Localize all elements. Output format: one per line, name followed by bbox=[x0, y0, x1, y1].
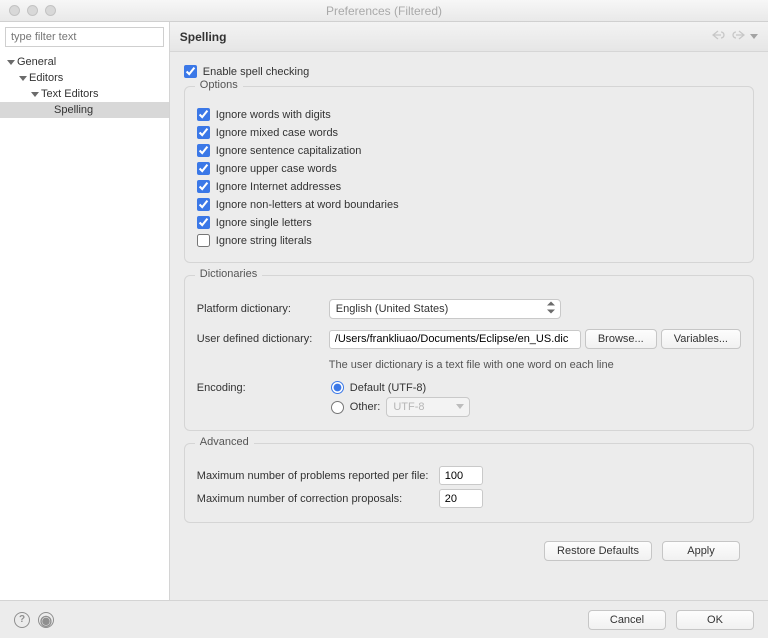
option-checkbox[interactable] bbox=[197, 126, 210, 139]
titlebar: Preferences (Filtered) bbox=[0, 0, 768, 22]
chevron-down-icon bbox=[456, 401, 464, 413]
option-label: Ignore string literals bbox=[216, 235, 312, 247]
option-label: Ignore words with digits bbox=[216, 109, 331, 121]
advanced-group: Advanced Maximum number of problems repo… bbox=[184, 443, 754, 523]
option-label: Ignore single letters bbox=[216, 217, 312, 229]
enable-spell-checking-row: Enable spell checking bbox=[184, 65, 754, 78]
options-group: Options Ignore words with digitsIgnore m… bbox=[184, 86, 754, 263]
menu-dropdown-icon[interactable] bbox=[750, 31, 758, 43]
disclosure-down-icon bbox=[18, 74, 27, 83]
tree-item-general[interactable]: General bbox=[0, 54, 169, 70]
nav-tree: General Editors Text Editors Spelling bbox=[0, 52, 169, 600]
disclosure-down-icon bbox=[30, 90, 39, 99]
tree-item-editors[interactable]: Editors bbox=[0, 70, 169, 86]
option-label: Ignore upper case words bbox=[216, 163, 337, 175]
enable-spell-checking-label: Enable spell checking bbox=[203, 66, 309, 78]
browse-button[interactable]: Browse... bbox=[585, 329, 657, 349]
page-title: Spelling bbox=[180, 30, 227, 44]
user-dictionary-input[interactable] bbox=[329, 330, 581, 349]
option-label: Ignore mixed case words bbox=[216, 127, 338, 139]
variables-button[interactable]: Variables... bbox=[661, 329, 741, 349]
user-dictionary-hint: The user dictionary is a text file with … bbox=[329, 359, 741, 371]
option-row: Ignore mixed case words bbox=[197, 126, 741, 139]
platform-dictionary-value: English (United States) bbox=[336, 303, 449, 315]
dialog-footer: ? ◉ Cancel OK bbox=[0, 600, 768, 638]
option-checkbox[interactable] bbox=[197, 144, 210, 157]
option-row: Ignore words with digits bbox=[197, 108, 741, 121]
max-problems-label: Maximum number of problems reported per … bbox=[197, 470, 431, 482]
content-pane: Spelling Enable spell checking Options I… bbox=[170, 22, 768, 600]
window-controls bbox=[0, 5, 56, 16]
dictionaries-group: Dictionaries Platform dictionary: Englis… bbox=[184, 275, 754, 431]
tree-label: General bbox=[17, 56, 56, 68]
option-checkbox[interactable] bbox=[197, 198, 210, 211]
max-proposals-label: Maximum number of correction proposals: bbox=[197, 493, 431, 505]
option-checkbox[interactable] bbox=[197, 180, 210, 193]
option-label: Ignore Internet addresses bbox=[216, 181, 341, 193]
option-label: Ignore non-letters at word boundaries bbox=[216, 199, 399, 211]
encoding-default-label: Default (UTF-8) bbox=[350, 382, 426, 394]
dictionaries-legend: Dictionaries bbox=[195, 268, 262, 280]
platform-dictionary-label: Platform dictionary: bbox=[197, 303, 325, 315]
encoding-label: Encoding: bbox=[197, 382, 325, 394]
options-legend: Options bbox=[195, 79, 243, 91]
window-title: Preferences (Filtered) bbox=[0, 4, 768, 18]
max-problems-input[interactable] bbox=[439, 466, 483, 485]
encoding-default-radio[interactable] bbox=[331, 381, 344, 394]
restore-defaults-button[interactable]: Restore Defaults bbox=[544, 541, 652, 561]
minimize-window-icon[interactable] bbox=[27, 5, 38, 16]
option-checkbox[interactable] bbox=[197, 234, 210, 247]
tree-item-text-editors[interactable]: Text Editors bbox=[0, 86, 169, 102]
option-row: Ignore single letters bbox=[197, 216, 741, 229]
user-dictionary-label: User defined dictionary: bbox=[197, 333, 325, 345]
content-header: Spelling bbox=[170, 22, 768, 52]
option-label: Ignore sentence capitalization bbox=[216, 145, 362, 157]
sidebar: General Editors Text Editors Spelling bbox=[0, 22, 170, 600]
option-row: Ignore Internet addresses bbox=[197, 180, 741, 193]
tree-label: Spelling bbox=[54, 104, 93, 116]
zoom-window-icon[interactable] bbox=[45, 5, 56, 16]
option-row: Ignore upper case words bbox=[197, 162, 741, 175]
encoding-other-select[interactable]: UTF-8 bbox=[386, 397, 470, 417]
close-window-icon[interactable] bbox=[9, 5, 20, 16]
encoding-other-radio[interactable] bbox=[331, 401, 344, 414]
advanced-legend: Advanced bbox=[195, 436, 254, 448]
tree-item-spelling[interactable]: Spelling bbox=[0, 102, 169, 118]
progress-icon[interactable]: ◉ bbox=[38, 612, 54, 628]
option-row: Ignore non-letters at word boundaries bbox=[197, 198, 741, 211]
tree-label: Text Editors bbox=[41, 88, 98, 100]
option-row: Ignore string literals bbox=[197, 234, 741, 247]
encoding-other-value: UTF-8 bbox=[393, 401, 424, 413]
apply-button[interactable]: Apply bbox=[662, 541, 740, 561]
forward-icon[interactable] bbox=[731, 30, 745, 43]
option-checkbox[interactable] bbox=[197, 108, 210, 121]
help-icon[interactable]: ? bbox=[14, 612, 30, 628]
updown-icon bbox=[547, 302, 555, 317]
filter-input[interactable] bbox=[5, 27, 164, 47]
max-proposals-input[interactable] bbox=[439, 489, 483, 508]
option-row: Ignore sentence capitalization bbox=[197, 144, 741, 157]
ok-button[interactable]: OK bbox=[676, 610, 754, 630]
disclosure-down-icon bbox=[6, 58, 15, 67]
encoding-other-label: Other: bbox=[350, 401, 381, 413]
enable-spell-checking-checkbox[interactable] bbox=[184, 65, 197, 78]
cancel-button[interactable]: Cancel bbox=[588, 610, 666, 630]
tree-label: Editors bbox=[29, 72, 63, 84]
back-icon[interactable] bbox=[712, 30, 726, 43]
option-checkbox[interactable] bbox=[197, 216, 210, 229]
platform-dictionary-select[interactable]: English (United States) bbox=[329, 299, 561, 319]
option-checkbox[interactable] bbox=[197, 162, 210, 175]
